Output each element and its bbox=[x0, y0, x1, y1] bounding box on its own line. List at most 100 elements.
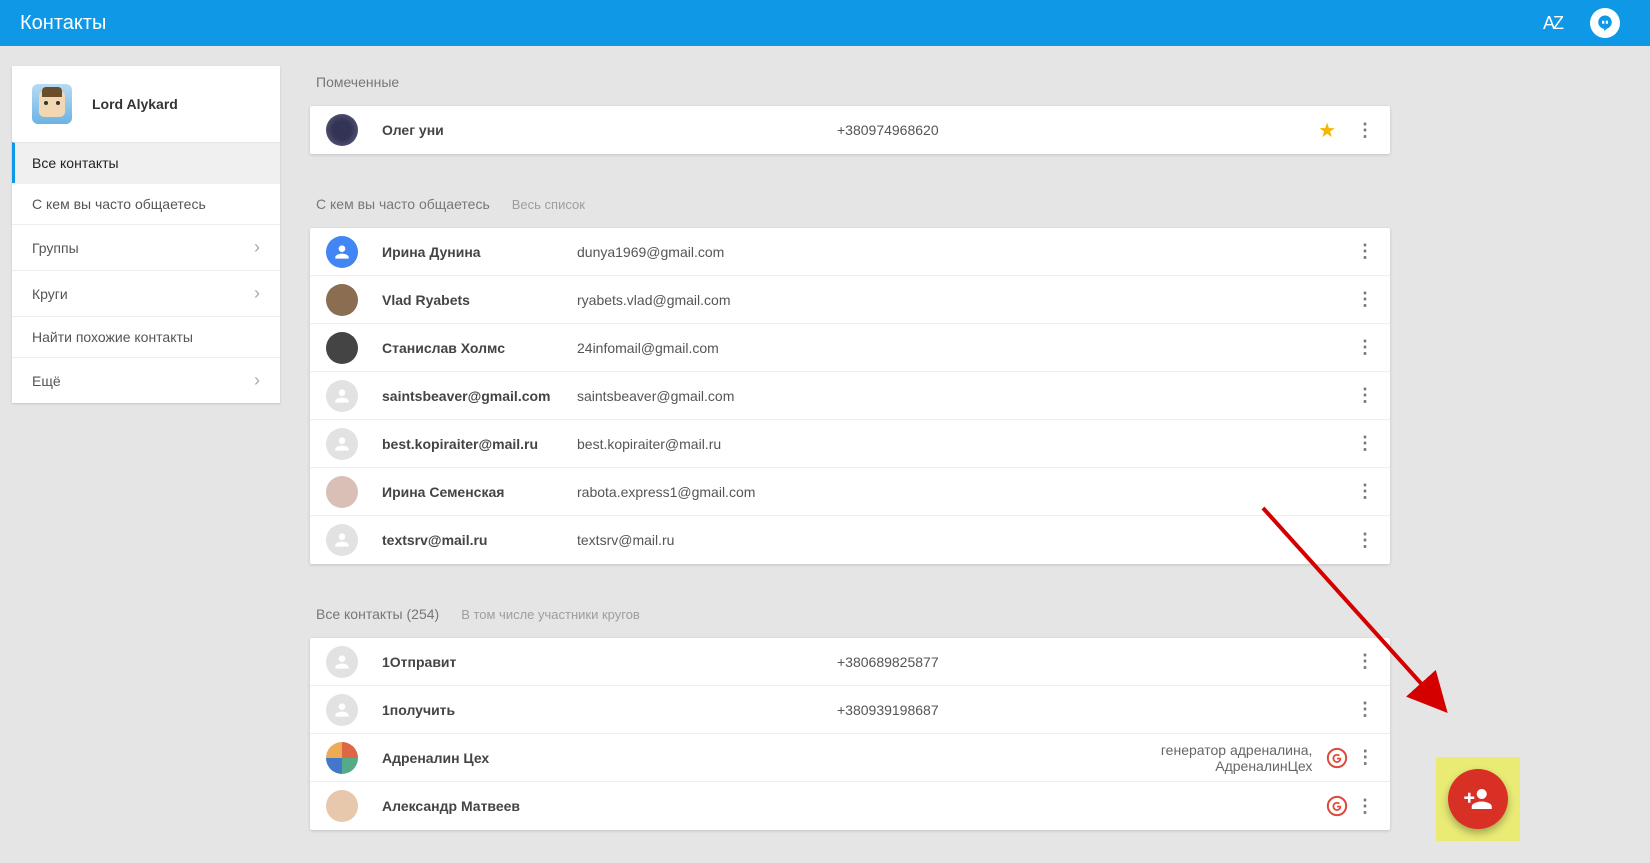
nav-groups[interactable]: Группы › bbox=[12, 224, 280, 270]
nav-label: С кем вы часто общаетесь bbox=[32, 196, 206, 212]
contact-email: saintsbeaver@gmail.com bbox=[577, 388, 837, 404]
frequent-list: Ирина Дунинаdunya1969@gmail.com⋮Vlad Rya… bbox=[310, 228, 1390, 564]
more-menu-icon[interactable]: ⋮ bbox=[1354, 433, 1376, 454]
app-body: Lord Alykard Все контакты С кем вы часто… bbox=[0, 46, 1650, 830]
google-plus-icon[interactable] bbox=[1326, 747, 1348, 769]
contact-avatar bbox=[326, 476, 358, 508]
contact-avatar bbox=[326, 790, 358, 822]
chevron-right-icon: › bbox=[254, 237, 260, 258]
main-content: Помеченные Олег уни +380974968620 ★ ⋮ С кем… bbox=[280, 66, 1420, 830]
nav-more[interactable]: Ещё › bbox=[12, 357, 280, 403]
nav-label: Найти похожие контакты bbox=[32, 329, 193, 345]
contact-phone: +380939198687 bbox=[837, 702, 1077, 718]
section-title: С кем вы часто общаетесь bbox=[316, 196, 490, 212]
contact-avatar bbox=[326, 236, 358, 268]
section-subtitle: В том числе участники кругов bbox=[461, 607, 640, 622]
frequent-all-link[interactable]: Весь список bbox=[512, 197, 585, 212]
all-contacts-list: 1Отправит +380689825877 ⋮ 1получить +3809391… bbox=[310, 638, 1390, 830]
star-icon[interactable]: ★ bbox=[1318, 118, 1336, 143]
starred-list: Олег уни +380974968620 ★ ⋮ bbox=[310, 106, 1390, 154]
fab-highlight bbox=[1436, 757, 1520, 841]
contact-name: saintsbeaver@gmail.com bbox=[382, 388, 577, 404]
contact-avatar bbox=[326, 428, 358, 460]
contact-extra: генератор адреналина, АдреналинЦех bbox=[1064, 742, 1312, 774]
contact-name: Vlad Ryabets bbox=[382, 292, 577, 308]
section-frequent-header: С кем вы часто общаетесь Весь список bbox=[310, 188, 1390, 228]
more-menu-icon[interactable]: ⋮ bbox=[1354, 241, 1376, 262]
more-menu-icon[interactable]: ⋮ bbox=[1354, 747, 1376, 768]
section-starred-header: Помеченные bbox=[310, 66, 1390, 106]
add-contact-fab[interactable] bbox=[1448, 769, 1508, 829]
contact-avatar bbox=[326, 114, 358, 146]
contact-name: 1Отправит bbox=[382, 654, 577, 670]
contact-name: 1получить bbox=[382, 702, 577, 718]
more-menu-icon[interactable]: ⋮ bbox=[1354, 337, 1376, 358]
contact-row[interactable]: 1Отправит +380689825877 ⋮ bbox=[310, 638, 1390, 686]
nav-label: Группы bbox=[32, 240, 79, 256]
contact-row[interactable]: Ирина Семенскаяrabota.express1@gmail.com… bbox=[310, 468, 1390, 516]
app-title: Контакты bbox=[20, 12, 106, 35]
contact-row[interactable]: best.kopiraiter@mail.rubest.kopiraiter@m… bbox=[310, 420, 1390, 468]
contact-email: 24infomail@gmail.com bbox=[577, 340, 837, 356]
sort-alpha-button[interactable]: AZ bbox=[1543, 13, 1562, 34]
contact-name: Станислав Холмс bbox=[382, 340, 577, 356]
more-menu-icon[interactable]: ⋮ bbox=[1354, 699, 1376, 720]
sidebar-card: Lord Alykard Все контакты С кем вы часто… bbox=[12, 66, 280, 403]
more-menu-icon[interactable]: ⋮ bbox=[1354, 530, 1376, 551]
nav-label: Ещё bbox=[32, 373, 61, 389]
contact-name: Ирина Семенская bbox=[382, 484, 577, 500]
nav-similar[interactable]: Найти похожие контакты bbox=[12, 316, 280, 357]
contact-row[interactable]: Олег уни +380974968620 ★ ⋮ bbox=[310, 106, 1390, 154]
contact-name: best.kopiraiter@mail.ru bbox=[382, 436, 577, 452]
contact-row[interactable]: Адреналин Цех генератор адреналина, Адрен… bbox=[310, 734, 1390, 782]
contact-row[interactable]: 1получить +380939198687 ⋮ bbox=[310, 686, 1390, 734]
profile[interactable]: Lord Alykard bbox=[12, 66, 280, 142]
contact-row[interactable]: Ирина Дунинаdunya1969@gmail.com⋮ bbox=[310, 228, 1390, 276]
hangouts-icon[interactable] bbox=[1590, 8, 1620, 38]
nav-label: Все контакты bbox=[32, 155, 119, 171]
contact-avatar bbox=[326, 380, 358, 412]
contact-name: Олег уни bbox=[382, 122, 577, 138]
contact-email: best.kopiraiter@mail.ru bbox=[577, 436, 837, 452]
more-menu-icon[interactable]: ⋮ bbox=[1354, 289, 1376, 310]
contact-phone: +380974968620 bbox=[837, 122, 1077, 138]
header-actions: AZ bbox=[1543, 8, 1630, 38]
profile-avatar bbox=[32, 84, 72, 124]
contact-avatar bbox=[326, 284, 358, 316]
contact-phone: +380689825877 bbox=[837, 654, 1077, 670]
contact-row[interactable]: Александр Матвеев ⋮ bbox=[310, 782, 1390, 830]
contact-email: rabota.express1@gmail.com bbox=[577, 484, 837, 500]
contact-avatar bbox=[326, 694, 358, 726]
contact-email: ryabets.vlad@gmail.com bbox=[577, 292, 837, 308]
nav-circles[interactable]: Круги › bbox=[12, 270, 280, 316]
contact-avatar bbox=[326, 524, 358, 556]
nav-frequent[interactable]: С кем вы часто общаетесь bbox=[12, 183, 280, 224]
contact-name: textsrv@mail.ru bbox=[382, 532, 577, 548]
contact-avatar bbox=[326, 332, 358, 364]
app-header: Контакты AZ bbox=[0, 0, 1650, 46]
more-menu-icon[interactable]: ⋮ bbox=[1354, 651, 1376, 672]
contact-row[interactable]: Станислав Холмс24infomail@gmail.com ⋮ bbox=[310, 324, 1390, 372]
contact-email: textsrv@mail.ru bbox=[577, 532, 837, 548]
contact-row[interactable]: textsrv@mail.rutextsrv@mail.ru ⋮ bbox=[310, 516, 1390, 564]
section-title: Помеченные bbox=[316, 74, 399, 90]
nav-label: Круги bbox=[32, 286, 68, 302]
more-menu-icon[interactable]: ⋮ bbox=[1354, 385, 1376, 406]
contact-name: Ирина Дунина bbox=[382, 244, 577, 260]
contact-name: Александр Матвеев bbox=[382, 798, 577, 814]
contact-avatar bbox=[326, 742, 358, 774]
chevron-right-icon: › bbox=[254, 370, 260, 391]
contact-name: Адреналин Цех bbox=[382, 750, 573, 766]
contact-avatar bbox=[326, 646, 358, 678]
section-all-header: Все контакты (254) В том числе участники… bbox=[310, 598, 1390, 638]
profile-name: Lord Alykard bbox=[92, 96, 178, 112]
contact-row[interactable]: saintsbeaver@gmail.comsaintsbeaver@gmail… bbox=[310, 372, 1390, 420]
sidebar: Lord Alykard Все контакты С кем вы часто… bbox=[0, 66, 280, 830]
contact-row[interactable]: Vlad Ryabetsryabets.vlad@gmail.com ⋮ bbox=[310, 276, 1390, 324]
more-menu-icon[interactable]: ⋮ bbox=[1354, 796, 1376, 817]
more-menu-icon[interactable]: ⋮ bbox=[1354, 481, 1376, 502]
nav-all-contacts[interactable]: Все контакты bbox=[12, 142, 280, 183]
google-plus-icon[interactable] bbox=[1326, 795, 1348, 817]
chevron-right-icon: › bbox=[254, 283, 260, 304]
more-menu-icon[interactable]: ⋮ bbox=[1354, 120, 1376, 141]
